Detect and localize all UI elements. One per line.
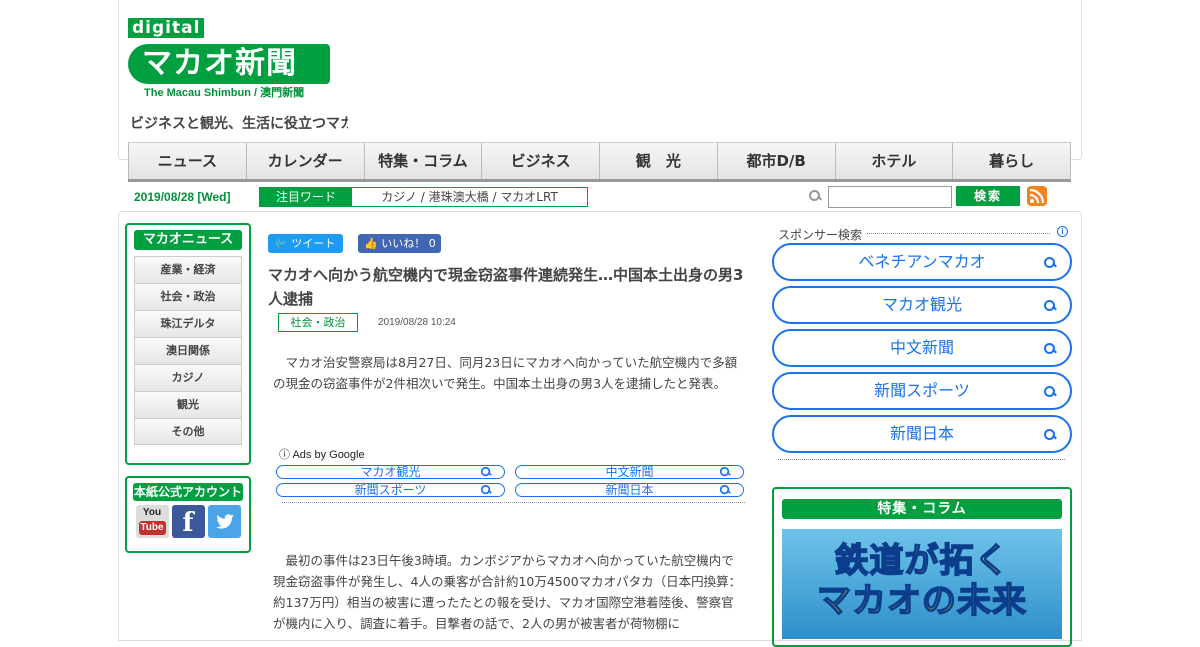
search-icon [480,484,491,495]
article-category-tag[interactable]: 社会・政治 [278,313,358,332]
search-icon [809,190,821,202]
category-casino[interactable]: カジノ [134,364,242,391]
nav-calendar[interactable]: カレンダー [245,142,364,179]
article-paragraph: マカオ治安警察局は8月27日、同月23日にマカオへ向かっていた航空機内で多額の現… [273,355,738,391]
hotword-links[interactable]: カジノ / 港珠澳大橋 / マカオLRT [352,188,587,206]
nav-features[interactable]: 特集・コラム [363,142,482,179]
ad-link-sports-news[interactable]: 新聞スポーツ [276,483,505,497]
site-logo[interactable]: digital マカオ新聞 The Macau Shimbun / 澳門新聞 [128,18,348,100]
divider [867,233,1050,234]
tweet-button[interactable]: 🐦 ツイート [268,234,343,253]
news-category-title: マカオニュース [134,230,242,250]
divider [282,502,745,503]
ads-by-google-label[interactable]: ⓘ Ads by Google [279,446,365,462]
category-society[interactable]: 社会・政治 [134,283,242,310]
ad-link-macau-tourism[interactable]: マカオ観光 [276,465,505,479]
rss-icon[interactable] [1027,186,1047,206]
category-industry[interactable]: 産業・経済 [134,256,242,283]
search-icon [1044,386,1056,398]
sponsor-link-japan-news[interactable]: 新聞日本 [772,415,1072,453]
ad-link-japan-news[interactable]: 新聞日本 [515,483,744,497]
search-icon [1044,300,1056,312]
search-icon [1044,429,1056,441]
search-icon [480,466,491,477]
social-accounts-box: 本紙公式アカウント You Tube f [125,476,251,553]
ad-link-chinese-news[interactable]: 中文新聞 [515,465,744,479]
sponsor-link-macau-tourism[interactable]: マカオ観光 [772,286,1072,324]
sponsor-link-chinese-news[interactable]: 中文新聞 [772,329,1072,367]
category-pearl-delta[interactable]: 珠江デルタ [134,310,242,337]
site-tagline: ビジネスと観光、生活に役立つマカ [130,116,348,132]
article-timestamp: 2019/08/28 10:24 [378,317,456,328]
search-icon [719,484,730,495]
social-accounts-title: 本紙公式アカウント [133,483,243,501]
article-headline: マカオへ向かう航空機内で現金窃盗事件連続発生…中国本土出身の男3人逮捕 [268,266,744,308]
category-macau-japan[interactable]: 澳日関係 [134,337,242,364]
search-button[interactable]: 検索 [956,186,1020,206]
info-icon[interactable]: i [1057,226,1068,237]
feature-banner-line2: マカオの未来 [816,580,1027,622]
main-nav: ニュース カレンダー 特集・コラム ビジネス 観 光 都市D/B ホテル 暮らし [128,142,1071,182]
hotword-label: 注目ワード [260,188,352,206]
hotword-box: 注目ワード カジノ / 港珠澳大橋 / マカオLRT [259,187,588,207]
search-icon [1044,343,1056,355]
feature-column-box: 特集・コラム 鉄道が拓く マカオの未来 [772,487,1072,647]
logo-digital: digital [128,18,205,38]
nav-tourism[interactable]: 観 光 [599,142,717,179]
news-category-box: マカオニュース 産業・経済 社会・政治 珠江デルタ 澳日関係 カジノ 観光 その… [125,223,251,465]
youtube-icon[interactable]: You Tube [135,505,169,538]
logo-main: マカオ新聞 [128,44,330,84]
sponsor-link-sports-news[interactable]: 新聞スポーツ [772,372,1072,410]
sponsor-search-label: スポンサー検索 [778,228,863,242]
nav-city-db[interactable]: 都市D/B [716,142,835,179]
nav-business[interactable]: ビジネス [481,142,599,179]
facebook-icon[interactable]: f [171,505,205,538]
search-input[interactable] [828,186,952,208]
search-icon [1044,257,1056,269]
feature-banner[interactable]: 鉄道が拓く マカオの未来 [782,529,1062,639]
article-paragraph: 最初の事件は23日午後3時頃。カンボジアからマカオへ向かっていた航空機内で現金窃… [273,553,742,631]
nav-hotel[interactable]: ホテル [834,142,953,179]
facebook-like-button[interactable]: 👍 いいね！ 0 [358,234,441,253]
nav-living[interactable]: 暮らし [952,142,1071,179]
nav-news[interactable]: ニュース [128,142,246,179]
logo-sub: The Macau Shimbun / 澳門新聞 [144,87,305,99]
sponsor-link-venetian[interactable]: ベネチアンマカオ [772,243,1072,281]
twitter-icon[interactable] [207,505,241,538]
category-tourism[interactable]: 観光 [134,391,242,418]
feature-column-title: 特集・コラム [782,499,1062,519]
current-date: 2019/08/28 [Wed] [134,190,231,204]
category-other[interactable]: その他 [134,418,242,445]
search-icon [719,466,730,477]
divider [778,459,1065,460]
